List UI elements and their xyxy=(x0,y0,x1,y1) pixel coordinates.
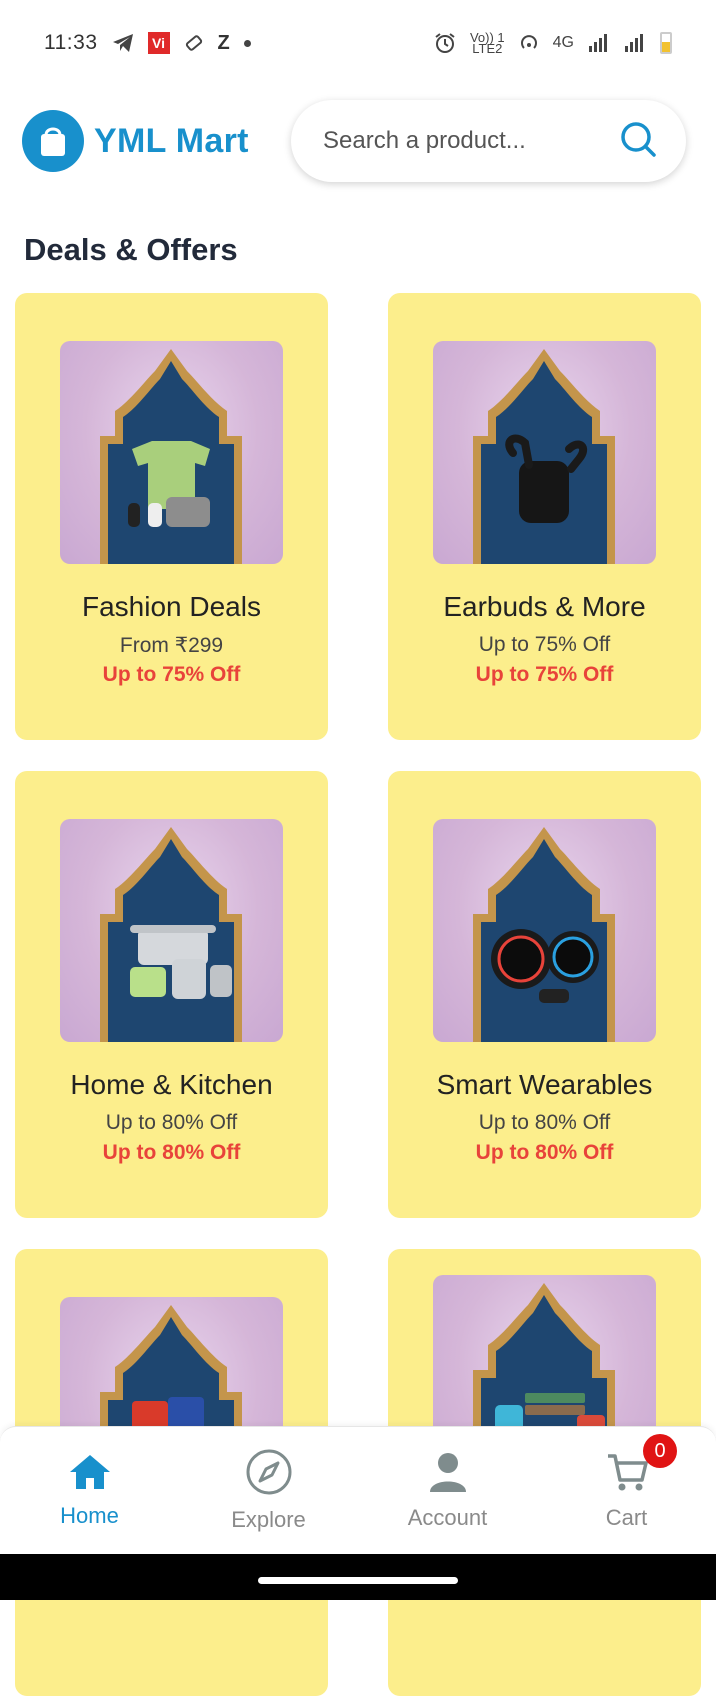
deal-offer: Up to 80% Off xyxy=(475,1141,614,1164)
nav-label: Account xyxy=(407,1505,488,1530)
nav-cart[interactable]: Cart 0 xyxy=(537,1434,716,1531)
cart-count-badge: 0 xyxy=(643,1434,677,1468)
battery-icon xyxy=(660,32,672,54)
logo[interactable]: YML Mart xyxy=(22,110,249,172)
fashion-products-image xyxy=(60,341,283,564)
deal-card-fashion[interactable]: Fashion Deals From ₹299 Up to 75% Off xyxy=(15,293,328,740)
shopping-bag-icon xyxy=(22,110,84,172)
alarm-icon xyxy=(434,31,456,55)
deal-title: Earbuds & More xyxy=(443,591,646,622)
status-bar: 11:33 Vi Z Vo)) 1 LTE2 4G xyxy=(0,0,716,86)
nav-home[interactable]: Home xyxy=(0,1452,179,1529)
section-title: Deals & Offers xyxy=(24,232,238,267)
earbuds-image xyxy=(433,341,656,564)
cookware-image xyxy=(60,819,283,1042)
hotspot-icon xyxy=(519,31,539,55)
deal-title: Home & Kitchen xyxy=(70,1069,273,1100)
deal-offer: Up to 75% Off xyxy=(475,663,614,686)
status-time: 11:33 xyxy=(44,31,98,54)
volte-bottom: LTE2 xyxy=(472,41,503,56)
nav-label: Explore xyxy=(231,1507,306,1532)
deal-card-earbuds[interactable]: Earbuds & More Up to 75% Off Up to 75% O… xyxy=(388,293,701,740)
app-header: YML Mart xyxy=(0,96,716,188)
carrier-badge: Vi xyxy=(147,32,170,54)
nav-label: Cart xyxy=(605,1505,648,1530)
home-icon xyxy=(68,1452,112,1497)
nav-explore[interactable]: Explore xyxy=(179,1448,358,1533)
notification-dot-icon xyxy=(243,39,251,47)
signal-1-icon xyxy=(588,31,610,55)
search-icon[interactable] xyxy=(618,119,658,164)
deal-offer: Up to 75% Off xyxy=(102,663,241,686)
battery-level xyxy=(662,42,670,52)
deal-subtitle: Up to 75% Off xyxy=(478,633,611,656)
status-right: Vo)) 1 LTE2 4G xyxy=(434,31,672,55)
search-input[interactable] xyxy=(321,126,601,156)
volte-indicator: Vo)) 1 LTE2 xyxy=(470,31,505,56)
cart-icon xyxy=(605,1450,649,1499)
nav-account[interactable]: Account xyxy=(358,1450,537,1531)
deal-offer: Up to 80% Off xyxy=(102,1141,241,1164)
compass-icon xyxy=(245,1448,293,1501)
deal-subtitle: From ₹299 xyxy=(119,634,224,657)
deal-subtitle: Up to 80% Off xyxy=(478,1111,611,1134)
telegram-icon xyxy=(112,31,134,55)
deal-card-home-kitchen[interactable]: Home & Kitchen Up to 80% Off Up to 80% O… xyxy=(15,771,328,1218)
deal-title: Smart Wearables xyxy=(436,1069,653,1100)
system-navigation-bar xyxy=(0,1554,716,1600)
home-gesture-handle[interactable] xyxy=(258,1576,458,1584)
smartwatches-image xyxy=(433,819,656,1042)
network-type: 4G xyxy=(552,34,574,51)
deal-subtitle: Up to 80% Off xyxy=(105,1111,238,1134)
bottom-navigation: Home Explore Account Cart 0 xyxy=(0,1426,716,1554)
deal-card-wearables[interactable]: Smart Wearables Up to 80% Off Up to 80% … xyxy=(388,771,701,1218)
user-icon xyxy=(426,1450,470,1499)
brand-name: YML Mart xyxy=(94,121,249,160)
signal-2-icon xyxy=(624,31,646,55)
deal-title: Fashion Deals xyxy=(82,591,261,622)
search-bar[interactable] xyxy=(291,100,686,182)
ticket-icon xyxy=(184,31,204,55)
status-left: 11:33 Vi Z xyxy=(44,31,251,55)
nav-label: Home xyxy=(60,1503,119,1528)
app-z-icon: Z xyxy=(217,31,230,54)
